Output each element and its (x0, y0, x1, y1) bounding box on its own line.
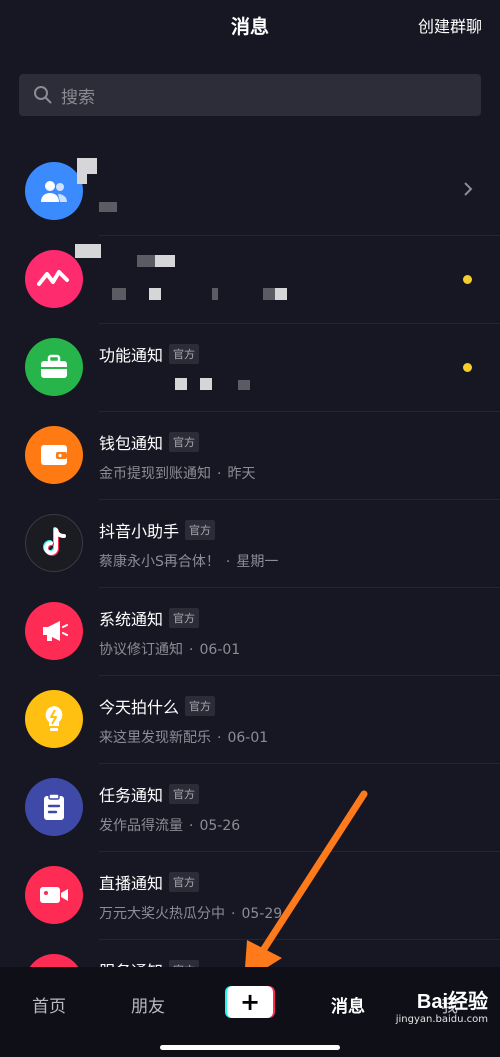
pixelated-name (77, 174, 87, 184)
list-item[interactable] (0, 236, 500, 324)
pixelated-subtitle (112, 288, 126, 300)
header-bar: 消息 创建群聊 (0, 0, 500, 52)
conversation-preview: 金币提现到账通知 · 昨天 (99, 466, 256, 482)
pixelated-name (75, 244, 101, 258)
tab-friends[interactable]: 朋友 (131, 992, 165, 1017)
name-text: 系统通知 (99, 610, 164, 629)
conversation-preview: 发作品得流量 · 05-26 (99, 818, 241, 834)
conversation-name: 功能通知 官方 (99, 342, 200, 366)
list-item[interactable]: 抖音小助手 官方 蔡康永小S再合体！ · 星期一 (0, 500, 500, 588)
pulse-avatar-icon (25, 250, 83, 308)
list-item[interactable]: 功能通知 官方 (0, 324, 500, 412)
megaphone-avatar-icon (25, 602, 83, 660)
list-item[interactable] (0, 148, 500, 236)
name-text: 抖音小助手 (99, 522, 180, 541)
conversation-name: 今天拍什么 官方 (99, 694, 216, 718)
preview-text: 来这里发现新配乐 (99, 730, 211, 746)
timestamp: 星期一 (236, 554, 279, 570)
search-icon (34, 86, 52, 104)
conversation-list: 功能通知 官方 钱包通知 官方 金币提现到账通知 · 昨天 抖音小助手 官方 蔡… (0, 148, 500, 1028)
tab-home[interactable]: 首页 (32, 992, 66, 1017)
pixelated-subtitle (149, 288, 161, 300)
group-avatar-icon (25, 162, 83, 220)
wallet-avatar-icon (25, 426, 83, 484)
preview-text: 发作品得流量 (99, 818, 183, 834)
toolbox-avatar-icon (25, 338, 83, 396)
pixelated-name (77, 158, 97, 174)
name-text: 今天拍什么 (99, 698, 180, 717)
watermark-logo: Bai经验 (416, 991, 488, 1013)
create-post-button[interactable]: + (225, 986, 275, 1018)
official-badge: 官方 (185, 520, 216, 540)
create-group-button[interactable]: 创建群聊 (418, 13, 482, 37)
pixelated-subtitle (263, 288, 275, 300)
pixelated-subtitle (200, 378, 212, 390)
video-camera-avatar-icon (25, 866, 83, 924)
lightbulb-avatar-icon (25, 690, 83, 748)
official-badge: 官方 (169, 344, 200, 364)
search-input[interactable]: 搜索 (19, 74, 481, 116)
list-item[interactable]: 钱包通知 官方 金币提现到账通知 · 昨天 (0, 412, 500, 500)
unread-dot (463, 363, 472, 372)
timestamp: 昨天 (227, 466, 256, 482)
pixelated-name (137, 255, 155, 267)
conversation-name: 系统通知 官方 (99, 606, 200, 630)
chevron-right-icon (464, 182, 473, 196)
preview-text: 协议修订通知 (99, 642, 183, 658)
name-text: 直播通知 (99, 874, 164, 893)
list-item[interactable]: 系统通知 官方 协议修订通知 · 06-01 (0, 588, 500, 676)
official-badge: 官方 (169, 608, 200, 628)
conversation-name: 直播通知 官方 (99, 870, 200, 894)
conversation-name: 抖音小助手 官方 (99, 518, 216, 542)
preview-text: 万元大奖火热瓜分中 (99, 906, 225, 922)
unread-dot (463, 275, 472, 284)
name-text: 功能通知 (99, 346, 164, 365)
pixelated-subtitle (212, 288, 218, 300)
name-text: 钱包通知 (99, 434, 164, 453)
search-placeholder: 搜索 (61, 87, 95, 108)
official-badge: 官方 (185, 696, 216, 716)
official-badge: 官方 (169, 432, 200, 452)
list-item[interactable]: 直播通知 官方 万元大奖火热瓜分中 · 05-29 (0, 852, 500, 940)
list-item[interactable]: 今天拍什么 官方 来这里发现新配乐 · 06-01 (0, 676, 500, 764)
pixelated-subtitle (175, 378, 187, 390)
plus-icon: + (227, 986, 273, 1018)
clipboard-avatar-icon (25, 778, 83, 836)
conversation-preview: 蔡康永小S再合体！ · 星期一 (99, 554, 279, 570)
pixelated-name (155, 255, 175, 267)
list-item[interactable]: 任务通知 官方 发作品得流量 · 05-26 (0, 764, 500, 852)
official-badge: 官方 (169, 872, 200, 892)
timestamp: 05-26 (199, 818, 241, 834)
name-text: 任务通知 (99, 786, 164, 805)
preview-text: 蔡康永小S再合体！ (99, 554, 220, 570)
conversation-preview: 万元大奖火热瓜分中 · 05-29 (99, 906, 283, 922)
tab-messages[interactable]: 消息 (331, 992, 365, 1017)
conversation-preview: 协议修订通知 · 06-01 (99, 642, 241, 658)
conversation-name: 钱包通知 官方 (99, 430, 200, 454)
tiktok-logo-icon (25, 514, 83, 572)
conversation-preview: 来这里发现新配乐 · 06-01 (99, 730, 269, 746)
timestamp: 05-29 (241, 906, 283, 922)
preview-text: 金币提现到账通知 (99, 466, 211, 482)
watermark-url: jingyan.baidu.com (395, 1014, 488, 1025)
timestamp: 06-01 (199, 642, 241, 658)
home-indicator[interactable] (160, 1045, 340, 1050)
pixelated-subtitle (99, 202, 117, 212)
official-badge: 官方 (169, 784, 200, 804)
conversation-name: 任务通知 官方 (99, 782, 200, 806)
baidu-jingyan-watermark: Bai经验 jingyan.baidu.com (396, 985, 488, 1025)
pixelated-subtitle (238, 380, 250, 390)
timestamp: 06-01 (227, 730, 269, 746)
pixelated-subtitle (275, 288, 287, 300)
